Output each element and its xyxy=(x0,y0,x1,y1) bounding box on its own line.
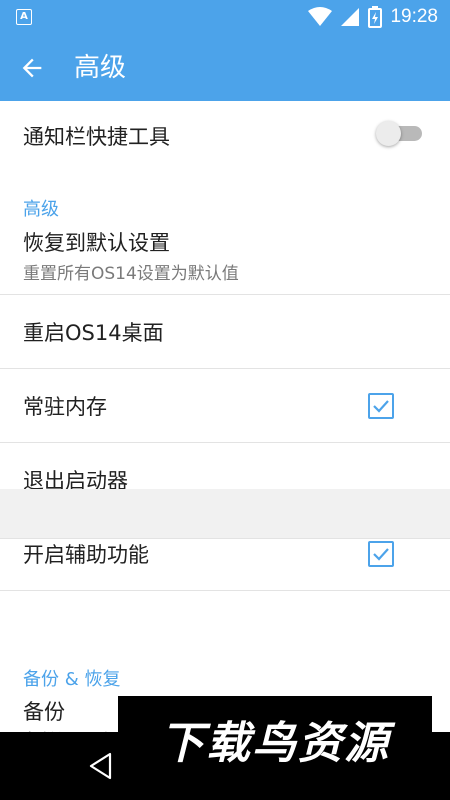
status-bar: A 19:28 xyxy=(0,0,450,34)
setting-restore-default[interactable]: 恢复到默认设置 重置所有OS14设置为默认值 xyxy=(0,217,450,295)
switch-thumb xyxy=(376,121,401,146)
notification-app-icon: A xyxy=(16,9,32,25)
clock: 19:28 xyxy=(390,6,438,27)
wifi-icon xyxy=(308,7,333,26)
check-icon xyxy=(373,400,389,413)
setting-resident-memory[interactable]: 常驻内存 xyxy=(0,369,450,443)
section-divider xyxy=(0,489,450,539)
setting-notification-tool[interactable]: 通知栏快捷工具 xyxy=(0,101,450,189)
setting-restart-desktop[interactable]: 重启OS14桌面 xyxy=(0,295,450,369)
notification-tool-switch[interactable] xyxy=(376,121,424,146)
setting-label: 重启OS14桌面 xyxy=(23,321,164,345)
battery-charging-icon xyxy=(368,6,383,28)
arrow-left-icon[interactable] xyxy=(18,54,46,82)
section-title: 备份 & 恢复 xyxy=(23,669,121,690)
watermark: 下载鸟资源 xyxy=(118,696,432,782)
section-header-advanced: 高级 xyxy=(0,189,450,220)
app-bar: 高级 xyxy=(0,34,450,101)
setting-label: 常驻内存 xyxy=(23,395,107,419)
setting-label: 通知栏快捷工具 xyxy=(23,125,170,149)
setting-label: 恢复到默认设置 xyxy=(23,231,170,255)
nav-back-icon[interactable] xyxy=(88,752,114,780)
status-icons: 19:28 xyxy=(308,0,438,34)
signal-icon xyxy=(341,8,360,26)
setting-label: 备份 xyxy=(23,700,65,724)
watermark-text: 下载鸟资源 xyxy=(160,718,390,769)
setting-subtitle: 重置所有OS14设置为默认值 xyxy=(23,264,239,284)
page-title: 高级 xyxy=(74,53,127,83)
resident-memory-checkbox[interactable] xyxy=(368,393,394,419)
